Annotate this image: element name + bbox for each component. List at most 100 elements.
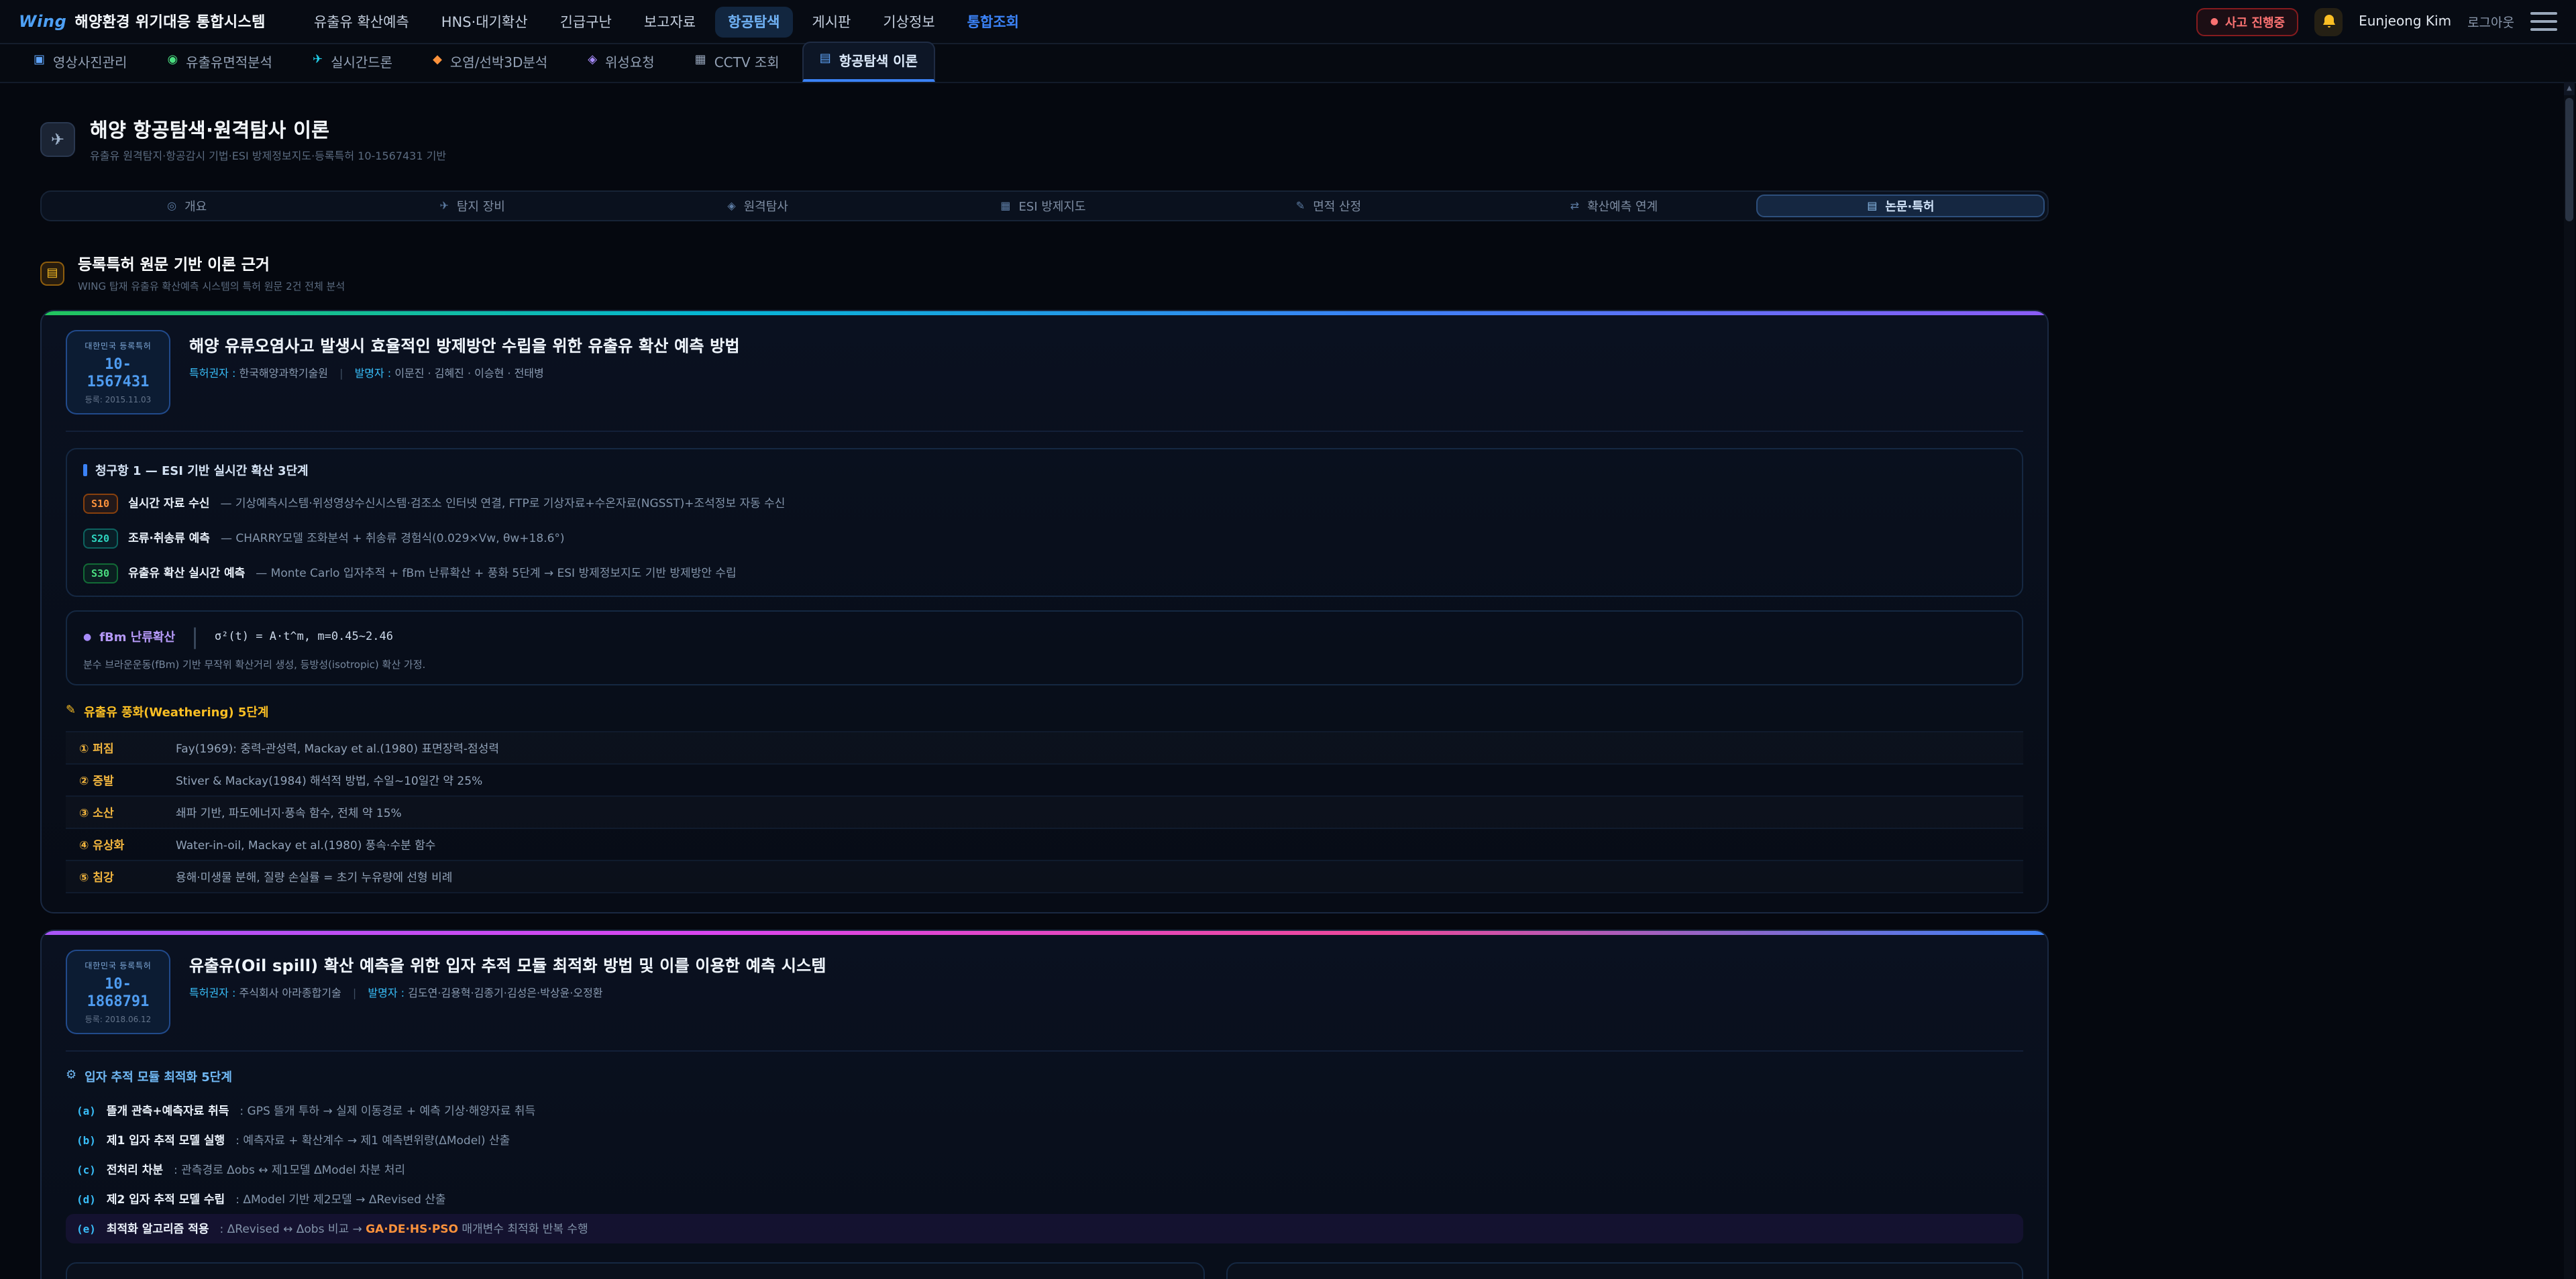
weathering-table: ① 퍼짐 Fay(1969): 중력-관성력, Mackay et al.(19…: [66, 731, 2023, 893]
weathering-row: ② 증발 Stiver & Mackay(1984) 해석적 방법, 수일~10…: [66, 765, 2023, 797]
fbm-desc: 분수 브라운운동(fBm) 기반 무작위 확산거리 생성, 등방성(isotro…: [83, 657, 2006, 672]
opt-step-b: (b) 제1 입자 추적 모델 실행 : 예측자료 + 확산계수 → 제1 예측…: [66, 1125, 2023, 1155]
status-dot-icon: ●: [2210, 16, 2218, 27]
owner-label: 특허권자 :: [189, 987, 235, 999]
step-title: 제1 입자 추적 모델 실행: [107, 1132, 225, 1148]
tab-label: 원격탐사: [744, 197, 788, 215]
patent-stamp: 대한민국 등록특허 10-1868791 등록: 2018.06.12: [66, 950, 170, 1034]
step-desc: : 예측자료 + 확산계수 → 제1 예측변위량(ΔModel) 산출: [235, 1132, 510, 1148]
vertical-scrollbar[interactable]: ▲: [2564, 82, 2575, 1279]
tab-papers-patents[interactable]: ▤ 논문·특허: [1757, 194, 2045, 217]
subnav-item-cctv[interactable]: ▦ CCTV 조회: [678, 43, 797, 82]
fbm-title-row: ● fBm 난류확산 | σ²(t) = A·t^m, m=0.45~2.46: [83, 624, 2006, 649]
scroll-up-arrow-icon[interactable]: ▲: [2564, 82, 2575, 95]
weathering-stage-desc: Stiver & Mackay(1984) 해석적 방법, 수일~10일간 약 …: [176, 772, 482, 788]
notification-bell-icon[interactable]: [2314, 7, 2343, 36]
step-desc: — CHARRY모델 조화분석 + 취송류 경험식(0.029×Vw, θw+1…: [221, 530, 565, 546]
opt-step-d: (d) 제2 입자 추적 모델 수립 : ΔModel 기반 제2모델 → ΔR…: [66, 1184, 2023, 1214]
pollution-icon: ◆: [433, 55, 442, 67]
tab-label: ESI 방제지도: [1019, 197, 1086, 215]
weathering-stage-desc: Water-in-oil, Mackay et al.(1980) 풍속·수분 …: [176, 836, 435, 852]
patent-title-block: 해양 유류오염사고 발생시 효율적인 방제방안 수립을 위한 유출유 확산 예측…: [189, 330, 740, 381]
nav-item-integrated-search[interactable]: 통합조회: [954, 6, 1032, 37]
bottom-panels: 입자 추적 수학 모델 제1모델: Modelₐ = curₐ·Δt + c·w…: [66, 1262, 2023, 1279]
tab-overview[interactable]: ◎ 개요: [44, 194, 329, 217]
app-window: Wing 해양환경 위기대응 통합시스템 유출유 확산예측 HNS·대기확산 긴…: [0, 0, 2576, 1279]
section-header: ▤ 등록특허 원문 기반 이론 근거 WING 탑재 유출유 확산예측 시스템의…: [40, 254, 2049, 294]
step-desc: : ΔModel 기반 제2모델 → ΔRevised 산출: [235, 1191, 445, 1207]
app-logo: Wing: [19, 12, 66, 31]
fbm-box: ● fBm 난류확산 | σ²(t) = A·t^m, m=0.45~2.46 …: [66, 610, 2023, 685]
nav-item-hns-diffusion[interactable]: HNS·대기확산: [428, 6, 541, 37]
weathering-stage-desc: 용해·미생물 분해, 질량 손실률 = 초기 누유량에 선형 비례: [176, 869, 452, 885]
patent-header: 대한민국 등록특허 10-1567431 등록: 2015.11.03 해양 유…: [66, 330, 2023, 414]
step-code: (e): [76, 1223, 96, 1235]
weathering-stage-label: ③ 소산: [79, 804, 176, 820]
inventors-value: 이문진 · 김혜진 · 이승현 · 전태병: [394, 368, 543, 380]
weathering-title-row: ✎ 유출유 풍화(Weathering) 5단계: [66, 703, 2023, 720]
tab-label: 탐지 장비: [457, 197, 505, 215]
claim-box: 청구항 1 — ESI 기반 실시간 확산 3단계 S10 실시간 자료 수신 …: [66, 448, 2023, 597]
step-title: 전처리 차분: [107, 1162, 163, 1178]
weathering-row: ③ 소산 쇄파 기반, 파도에너지·풍속 함수, 전체 약 15%: [66, 797, 2023, 829]
step-title: 뜰개 관측+예측자료 취득: [107, 1103, 229, 1119]
subnav-item-pollution-3d-analysis[interactable]: ◆ 오염/선박3D분석: [415, 43, 565, 82]
opt-step-a: (a) 뜰개 관측+예측자료 취득 : GPS 뜰개 투하 → 실제 이동경로 …: [66, 1096, 2023, 1125]
page-subtitle: 유출유 원격탐지·항공감시 기법·ESI 방제정보지도·등록특허 10-1567…: [90, 149, 446, 164]
incident-status-badge[interactable]: ● 사고 진행중: [2197, 7, 2298, 36]
nav-item-board[interactable]: 게시판: [798, 6, 864, 37]
stamp-label: 대한민국 등록특허: [75, 339, 161, 351]
subnav-item-oil-area-analysis[interactable]: ◉ 유출유면적분석: [150, 43, 290, 82]
nav-item-reports[interactable]: 보고자료: [631, 6, 709, 37]
tab-remote-sensing[interactable]: ◈ 원격탐사: [615, 194, 900, 217]
subnav-label: 유출유면적분석: [186, 51, 272, 71]
divider: [66, 1050, 2023, 1052]
app-title: 해양환경 위기대응 통합시스템: [74, 11, 265, 32]
topbar-right-cluster: ● 사고 진행중 Eunjeong Kim 로그아웃: [2197, 7, 2557, 36]
book-glyph: ▤: [46, 267, 58, 280]
subnav-item-satellite-request[interactable]: ◈ 위성요청: [570, 43, 672, 82]
inventors-label: 발명자 :: [355, 368, 392, 380]
patent-reg-date: 등록: 2015.11.03: [75, 393, 161, 405]
analysis-icon: ◉: [167, 55, 178, 67]
image-icon: ▣: [34, 55, 45, 67]
weathering-stage-desc: Fay(1969): 중력-관성력, Mackay et al.(1980) 표…: [176, 740, 499, 756]
subnav-item-realtime-drone[interactable]: ✈ 실시간드론: [295, 43, 410, 82]
step-desc-suffix: 매개변수 최적화 반복 수행: [458, 1223, 588, 1237]
tab-area-calculation[interactable]: ✎ 면적 산정: [1186, 194, 1471, 217]
patent-title: 유출유(Oil spill) 확산 예측을 위한 입자 추적 모듈 최적화 방법…: [189, 954, 826, 977]
nav-item-aerial-search[interactable]: 항공탐색: [714, 6, 793, 37]
claim-bar-icon: [83, 464, 87, 476]
stamp-label: 대한민국 등록특허: [75, 959, 161, 971]
section-tab-bar: ◎ 개요 ✈ 탐지 장비 ◈ 원격탐사 ▦ ESI 방제지도 ✎ 면적 산정 ⇄…: [40, 190, 2049, 221]
nav-item-spill-prediction[interactable]: 유출유 확산예측: [301, 6, 423, 37]
tab-esi-map[interactable]: ▦ ESI 방제지도: [900, 194, 1185, 217]
subnav-label: 항공탐색 이론: [839, 50, 918, 70]
subnav-label: 실시간드론: [331, 51, 392, 71]
step-code-badge: S20: [83, 529, 117, 549]
tab-prediction-link[interactable]: ⇄ 확산예측 연계: [1471, 194, 1756, 217]
section-title-block: 등록특허 원문 기반 이론 근거 WING 탑재 유출유 확산예측 시스템의 특…: [78, 254, 345, 294]
plane-icon: ✈: [439, 201, 448, 211]
step-title: 조류·취송류 예측: [128, 530, 210, 546]
subnav-item-image-management[interactable]: ▣ 영상사진관리: [16, 43, 144, 82]
tab-label: 면적 산정: [1313, 197, 1361, 215]
hamburger-menu-icon[interactable]: [2530, 12, 2557, 31]
step-desc: : 관측경로 Δobs ↔ 제1모델 ΔModel 차분 처리: [174, 1162, 405, 1178]
step-desc: — 기상예측시스템·위성영상수신시스템·검조소 인터넷 연결, FTP로 기상자…: [220, 495, 785, 511]
fbm-title: fBm 난류확산: [99, 628, 175, 645]
weathering-section: ✎ 유출유 풍화(Weathering) 5단계 ① 퍼짐 Fay(1969):…: [66, 703, 2023, 893]
subnav-item-aerial-theory[interactable]: ▤ 항공탐색 이론: [802, 42, 935, 82]
algorithms-panel: 4대 최적화 알고리즘 GA: 유전 알고리즘 — 변이·교배 진화 DE: 미…: [1227, 1262, 2024, 1279]
optimization-title-row: ⚙ 입자 추적 모듈 최적화 5단계: [66, 1068, 2023, 1085]
weathering-title: 유출유 풍화(Weathering) 5단계: [84, 703, 268, 720]
logout-button[interactable]: 로그아웃: [2467, 12, 2514, 31]
scrollbar-thumb[interactable]: [2565, 98, 2573, 221]
weathering-row: ④ 유상화 Water-in-oil, Mackay et al.(1980) …: [66, 829, 2023, 861]
step-code-badge: S30: [83, 563, 117, 583]
nav-item-weather-info[interactable]: 기상정보: [869, 6, 948, 37]
tab-label: 논문·특허: [1885, 197, 1934, 215]
tab-detection-equipment[interactable]: ✈ 탐지 장비: [329, 194, 614, 217]
sub-navigation: ▣ 영상사진관리 ◉ 유출유면적분석 ✈ 실시간드론 ◆ 오염/선박3D분석 ◈…: [0, 44, 2576, 83]
nav-item-emergency-rescue[interactable]: 긴급구난: [547, 6, 625, 37]
